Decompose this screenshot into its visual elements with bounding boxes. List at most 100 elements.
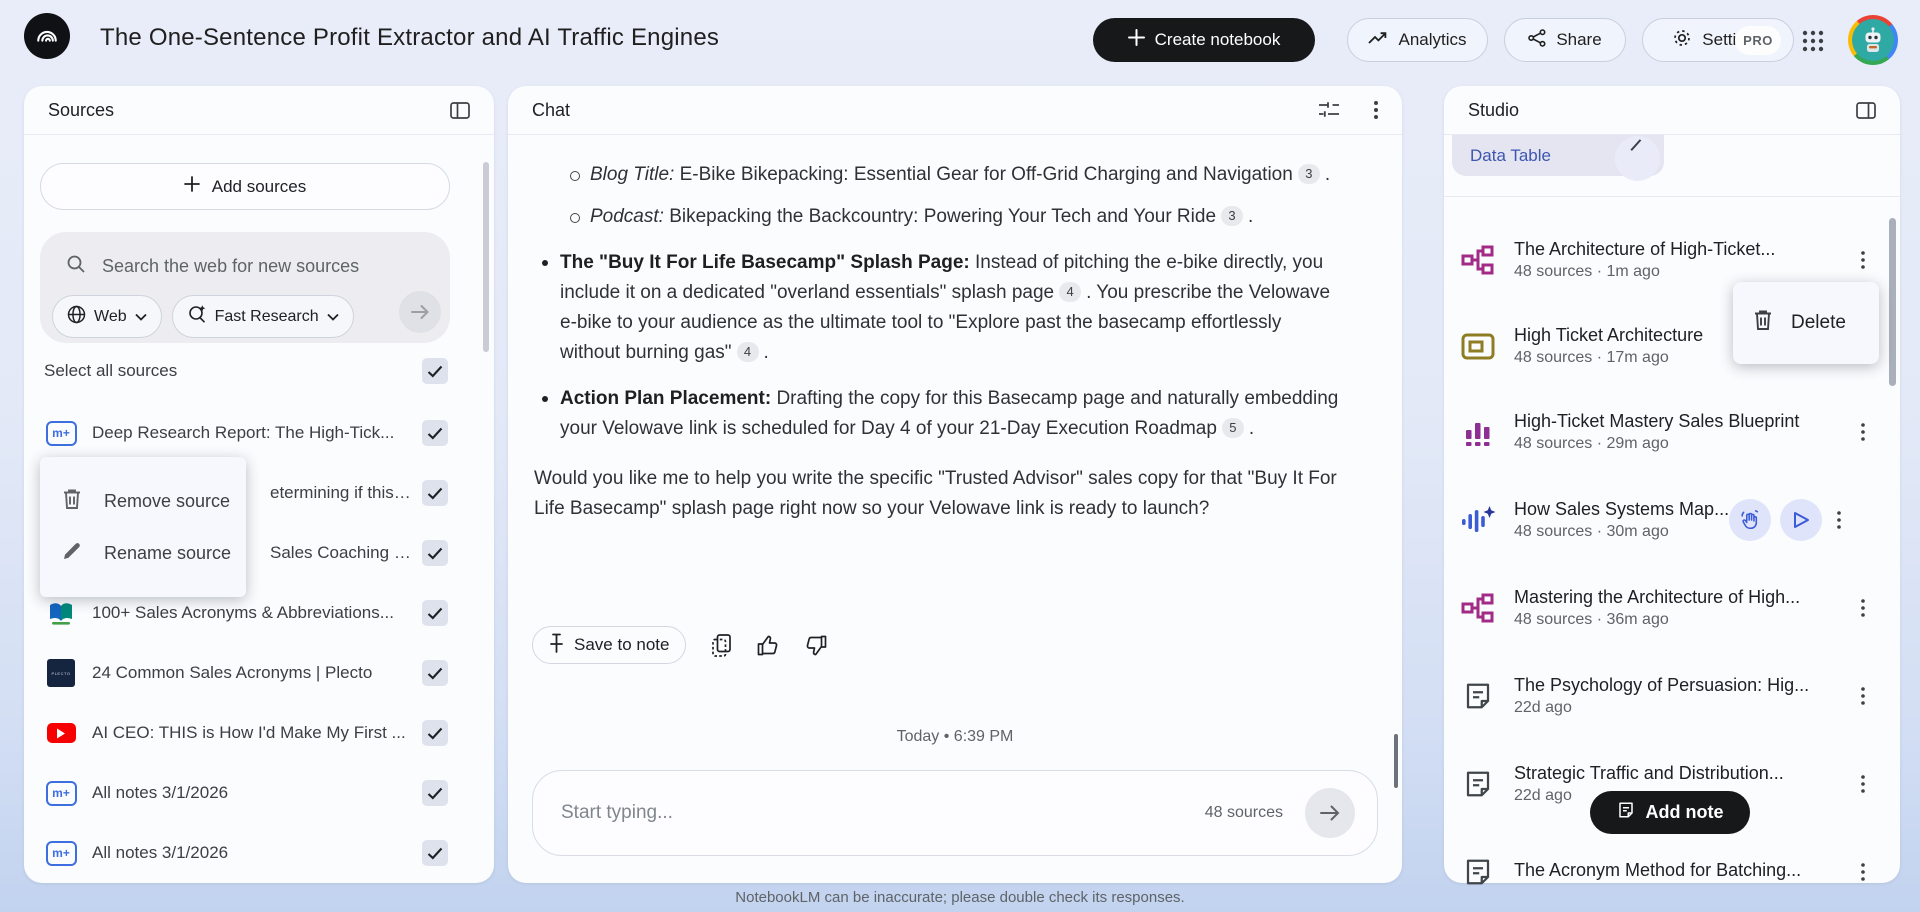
studio-item-kebab-icon[interactable] <box>1850 593 1876 623</box>
pin-icon <box>549 633 564 658</box>
chevron-down-icon <box>134 308 147 326</box>
avatar-robot-image <box>1852 19 1894 61</box>
thumbs-up-icon[interactable] <box>757 635 779 656</box>
notebooklm-logo-icon[interactable] <box>24 13 70 59</box>
source-checkbox[interactable] <box>422 660 448 686</box>
search-submit-button[interactable] <box>399 291 441 333</box>
copy-icon[interactable] <box>712 633 732 657</box>
studio-item-kebab-icon[interactable] <box>1826 505 1852 535</box>
chat-panel: Chat Blog Title: E-Bike Bikepacking: Ess… <box>508 86 1402 883</box>
studio-item[interactable]: How Sales Systems Map... 48 sources · 30m… <box>1456 492 1876 548</box>
search-input[interactable] <box>102 256 432 277</box>
trash-icon <box>1753 309 1773 337</box>
studio-item[interactable]: Mastering the Architecture of High... 48 … <box>1456 580 1876 636</box>
studio-delete-menu-item[interactable]: Delete <box>1733 282 1879 364</box>
studio-panel: Studio Data Table The Architecture of Hi… <box>1444 86 1900 885</box>
rename-source-menu-item[interactable]: Rename source <box>40 527 246 579</box>
add-sources-button[interactable]: Add sources <box>40 163 450 210</box>
studio-panel-header: Studio <box>1444 86 1900 135</box>
sources-panel-title: Sources <box>48 99 115 120</box>
app-header: The One-Sentence Profit Extractor and AI… <box>0 0 1920 80</box>
citation-chip[interactable]: 3 <box>1221 206 1244 226</box>
book-logo-icon <box>44 599 78 627</box>
chat-input-box: 48 sources <box>532 770 1378 856</box>
save-to-note-button[interactable]: Save to note <box>532 626 687 664</box>
answer-actions: Save to note <box>532 626 827 664</box>
sources-panel-header: Sources <box>24 86 494 135</box>
citation-chip[interactable]: 5 <box>1221 418 1244 438</box>
source-row[interactable]: Deep Research Report: The High-Tick... <box>44 409 448 457</box>
notebook-doc-icon <box>44 840 78 866</box>
remove-source-menu-item[interactable]: Remove source <box>40 475 246 527</box>
create-notebook-button[interactable]: Create notebook <box>1093 18 1315 62</box>
share-button[interactable]: Share <box>1504 18 1626 62</box>
pencil-icon <box>62 541 82 566</box>
chat-bullet-list: The "Buy It For Life Basecamp" Splash Pa… <box>534 248 1346 444</box>
gear-icon <box>1672 28 1692 53</box>
studio-item-kebab-icon[interactable] <box>1850 769 1876 799</box>
chat-scrollbar[interactable] <box>1394 734 1398 788</box>
collapse-sources-panel-icon[interactable] <box>450 101 470 119</box>
source-row[interactable]: 24 Common Sales Acronyms | Plecto <box>44 649 448 697</box>
collapse-studio-panel-icon[interactable] <box>1856 101 1876 119</box>
source-checkbox[interactable] <box>422 720 448 746</box>
citation-chip[interactable]: 4 <box>1059 282 1082 302</box>
studio-scrollbar[interactable] <box>1889 218 1896 386</box>
source-checkbox[interactable] <box>422 840 448 866</box>
plus-icon <box>183 176 200 197</box>
note-icon <box>1456 769 1500 799</box>
thumbs-down-icon[interactable] <box>805 635 827 656</box>
audio-overview-icon <box>1456 504 1500 536</box>
notebooklm-app: { "header": { "title": "The One-Sentence… <box>0 0 1920 912</box>
chat-send-button[interactable] <box>1305 788 1355 838</box>
chat-panel-header: Chat <box>508 86 1402 135</box>
source-checkbox[interactable] <box>422 480 448 506</box>
assistant-message: Blog Title: E-Bike Bikepacking: Essentia… <box>534 160 1346 524</box>
share-icon <box>1528 28 1546 52</box>
chat-closing-paragraph: Would you like me to help you write the … <box>534 468 1337 519</box>
source-checkbox[interactable] <box>422 420 448 446</box>
add-note-button[interactable]: Add note <box>1590 791 1750 834</box>
studio-item[interactable]: High-Ticket Mastery Sales Blueprint 48 so… <box>1456 404 1876 460</box>
search-icon <box>66 254 86 279</box>
chat-more-kebab-icon[interactable] <box>1374 101 1378 119</box>
select-all-sources-row: Select all sources <box>44 358 448 384</box>
analytics-button[interactable]: Analytics <box>1347 18 1488 62</box>
edit-chip-button[interactable] <box>1615 136 1660 181</box>
studio-item-kebab-icon[interactable] <box>1850 681 1876 711</box>
source-checkbox[interactable] <box>422 600 448 626</box>
citation-chip[interactable]: 4 <box>736 342 759 362</box>
sources-scrollbar[interactable] <box>483 162 489 352</box>
studio-item-kebab-icon[interactable] <box>1850 245 1876 275</box>
mindmap-icon <box>1456 593 1500 623</box>
interactive-mode-hand-icon[interactable] <box>1729 499 1771 541</box>
google-apps-grid-icon[interactable] <box>1797 25 1829 57</box>
source-row[interactable]: AI CEO: THIS is How I'd Make My First ..… <box>44 709 448 757</box>
web-filter-chip[interactable]: Web <box>52 295 162 338</box>
research-mode-chip[interactable]: Fast Research <box>171 295 354 338</box>
source-checkbox[interactable] <box>422 540 448 566</box>
chat-settings-tune-icon[interactable] <box>1318 100 1340 120</box>
trending-up-icon <box>1368 30 1388 51</box>
citation-chip[interactable]: 3 <box>1297 164 1320 184</box>
slides-icon <box>1456 333 1500 360</box>
chat-panel-title: Chat <box>532 99 571 120</box>
studio-item[interactable]: The Psychology of Persuasion: Hig... 22d … <box>1456 668 1876 724</box>
notebook-doc-icon <box>44 780 78 806</box>
play-audio-icon[interactable] <box>1780 499 1822 541</box>
mindmap-icon <box>1456 245 1500 275</box>
user-avatar[interactable] <box>1848 15 1898 65</box>
source-row[interactable]: All notes 3/1/2026 <box>44 769 448 817</box>
source-row[interactable]: All notes 3/1/2026 <box>44 829 448 877</box>
notebook-title[interactable]: The One-Sentence Profit Extractor and AI… <box>100 24 719 52</box>
select-all-checkbox[interactable] <box>422 358 448 384</box>
chat-sub-bullet-list: Blog Title: E-Bike Bikepacking: Essentia… <box>534 160 1346 232</box>
note-icon <box>1456 857 1500 887</box>
studio-item[interactable]: The Architecture of High-Ticket... 48 sou… <box>1456 232 1876 288</box>
studio-item-kebab-icon[interactable] <box>1850 857 1876 887</box>
studio-item-kebab-icon[interactable] <box>1850 417 1876 447</box>
source-checkbox[interactable] <box>422 780 448 806</box>
source-context-menu: Remove source Rename source <box>40 457 246 597</box>
disclaimer-text: NotebookLM can be inaccurate; please dou… <box>735 889 1185 906</box>
chat-input[interactable] <box>561 802 1205 824</box>
